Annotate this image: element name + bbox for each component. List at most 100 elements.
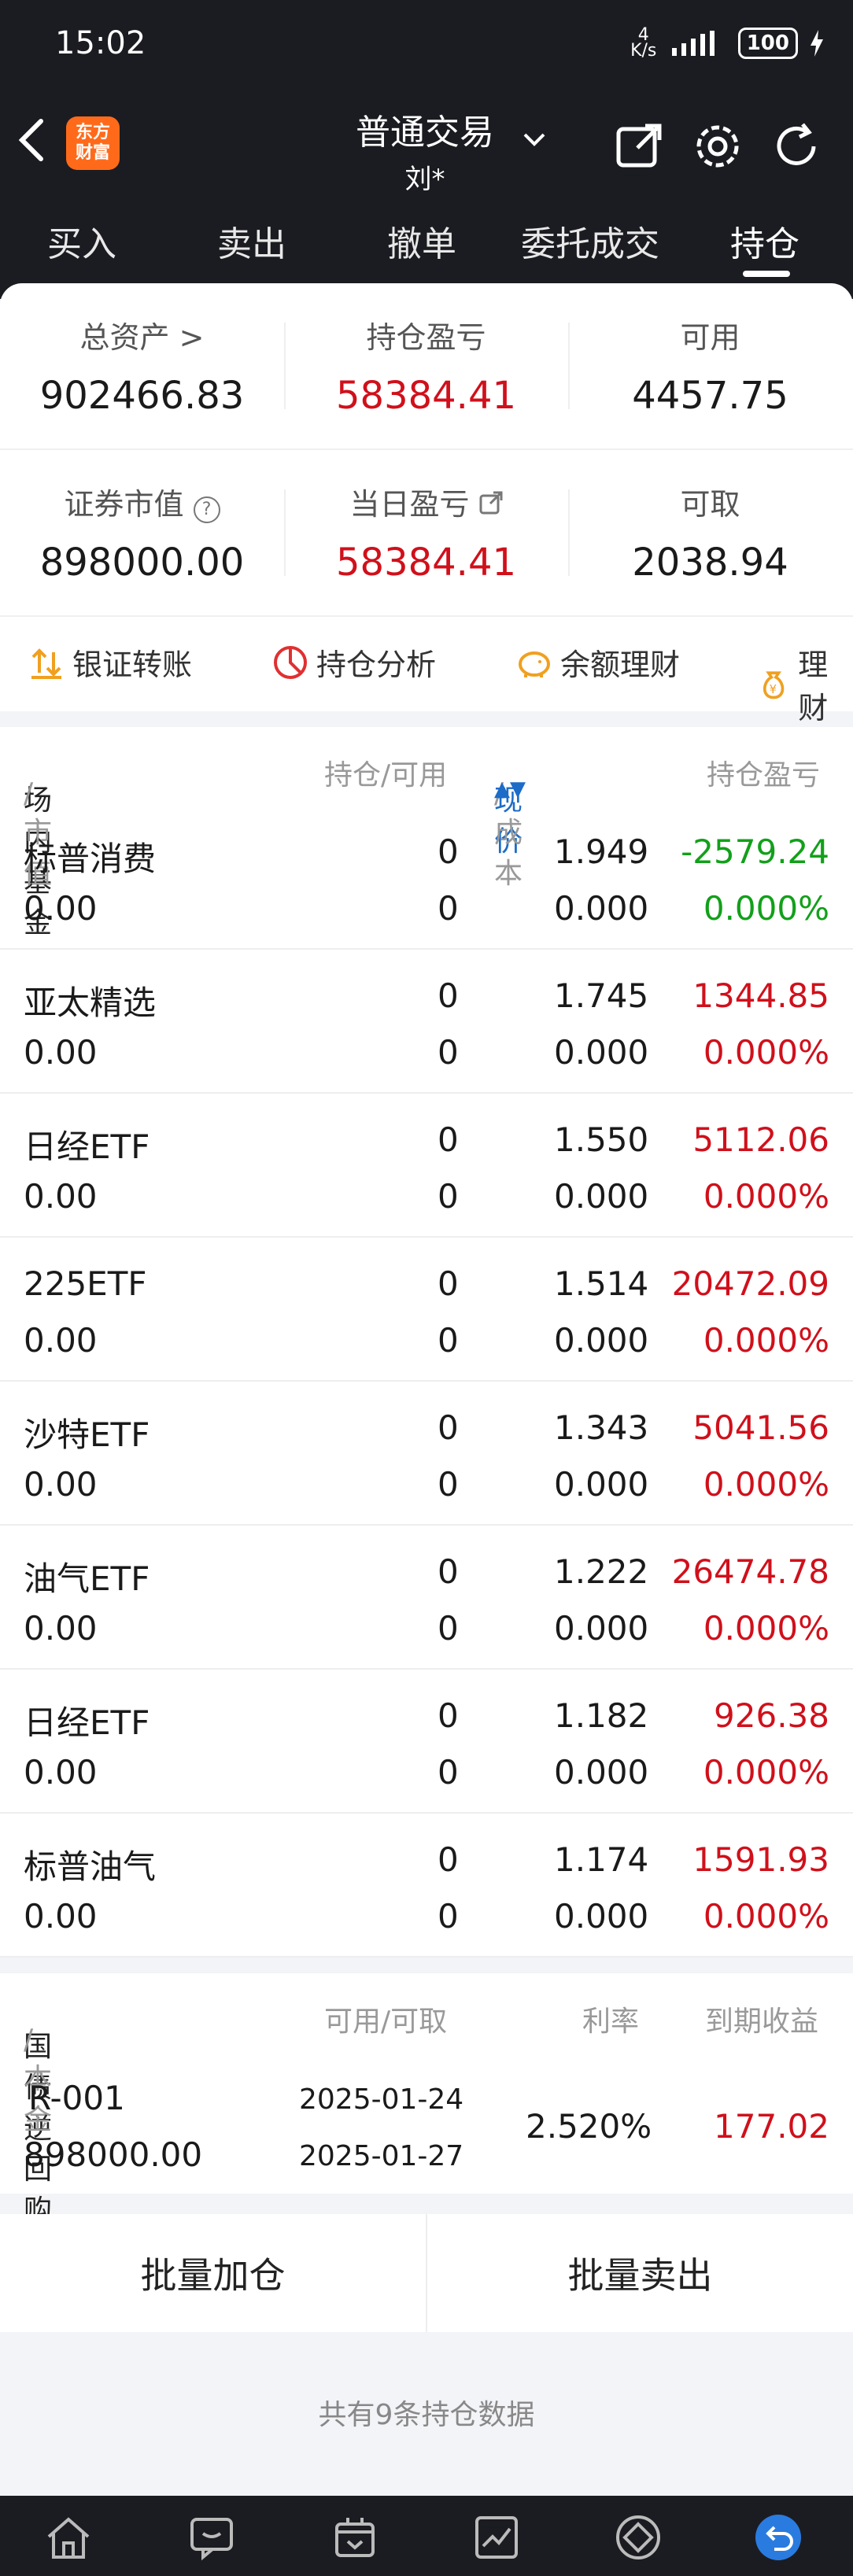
page-title: 普通交易: [356, 113, 494, 153]
table-row[interactable]: 油气ETF 0.00 0 0 1.222 0.000 26474.78 0.000%: [0, 1526, 853, 1670]
finance-button[interactable]: ¥ 理财: [757, 640, 853, 727]
fund-available: 0: [438, 1177, 459, 1216]
fund-holding: 0: [438, 1552, 459, 1591]
fund-name: 油气ETF: [24, 1559, 150, 1598]
total-assets-value: 902466.83: [39, 374, 245, 418]
fund-pnl-pct: 0.000%: [703, 889, 829, 928]
message-icon[interactable]: [187, 2513, 236, 2562]
home-icon[interactable]: [44, 2513, 93, 2562]
status-bar: 15:02 4 K/s 100: [0, 0, 853, 87]
share-icon[interactable]: [614, 121, 664, 172]
fund-pnl-pct: 0.000%: [703, 1465, 829, 1504]
fund-available: 0: [438, 889, 459, 928]
status-time: 15:02: [55, 25, 146, 61]
fund-holding: 0: [438, 1264, 459, 1303]
position-analysis-button[interactable]: 持仓分析: [272, 640, 436, 684]
account-switcher[interactable]: 普通交易 刘*: [346, 104, 504, 196]
fund-market-value: 0.00: [24, 1897, 98, 1936]
fund-price: 1.174: [554, 1840, 649, 1879]
fund-cost: 0.000: [554, 1609, 649, 1648]
table-row[interactable]: 标普油气 0.00 0 0 1.174 0.000 1591.93 0.000%: [0, 1814, 853, 1958]
fund-cost: 0.000: [554, 1465, 649, 1504]
summary-row-2: 证券市值 ? 898000.00 当日盈亏 58384.41 可取 2038.9…: [0, 450, 853, 617]
help-icon[interactable]: ?: [193, 496, 220, 523]
fund-holding: 0: [438, 1120, 459, 1159]
battery-icon: 100: [737, 28, 798, 59]
repo-rate: 2.520%: [526, 2107, 652, 2146]
account-name: 刘*: [404, 164, 445, 195]
fund-name: 标普油气: [24, 1847, 157, 1886]
market-value: 898000.00: [39, 541, 245, 585]
back-button[interactable]: [16, 116, 63, 172]
table-row[interactable]: 日经ETF 0.00 0 0 1.182 0.000 926.38 0.000%: [0, 1670, 853, 1814]
chevron-left-icon: [18, 119, 43, 161]
table-row[interactable]: 标普消费 0.00 0 0 1.949 0.000 -2579.24 0.000%: [0, 806, 853, 950]
fund-available: 0: [438, 1321, 459, 1360]
batch-add-button[interactable]: 批量加仓: [0, 2214, 426, 2332]
table-row[interactable]: 沙特ETF 0.00 0 0 1.343 0.000 5041.56 0.000%: [0, 1382, 853, 1526]
fund-price: 1.182: [554, 1696, 649, 1735]
fund-market-value: 0.00: [24, 1033, 98, 1072]
fund-holding: 0: [438, 1408, 459, 1447]
fund-cost: 0.000: [554, 1033, 649, 1072]
return-icon[interactable]: [754, 2513, 803, 2562]
fund-available: 0: [438, 1465, 459, 1504]
balance-finance-button[interactable]: 余额理财: [516, 640, 680, 684]
fund-available: 0: [438, 1033, 459, 1072]
fund-cost: 0.000: [554, 889, 649, 928]
fund-pnl: 5041.56: [692, 1408, 829, 1447]
tab-sell[interactable]: 卖出: [217, 216, 286, 266]
fund-market-value: 0.00: [24, 1177, 98, 1216]
holdings-count-note: 共有9条持仓数据: [318, 2399, 535, 2431]
fund-pnl-pct: 0.000%: [703, 1033, 829, 1072]
fund-pnl: 5112.06: [692, 1120, 829, 1159]
repo-code: R-001: [28, 2079, 125, 2117]
withdrawable-cell: 可取 2038.94: [568, 450, 852, 615]
fund-holding: 0: [438, 1840, 459, 1879]
bank-transfer-button[interactable]: 银证转账: [28, 640, 192, 684]
fund-pnl: 1591.93: [692, 1840, 829, 1879]
tab-orders[interactable]: 委托成交: [521, 216, 659, 266]
fund-pnl: -2579.24: [681, 832, 829, 871]
repo-row[interactable]: R-001 898000.00 2025-01-24 2025-01-27 2.…: [0, 2052, 853, 2194]
header: 15:02 4 K/s 100 东方 财富 普通交易 刘* 买入 卖出 撤单 委…: [0, 0, 853, 299]
bottom-nav: [0, 2496, 853, 2576]
tab-cancel[interactable]: 撤单: [387, 216, 456, 266]
batch-sell-button[interactable]: 批量卖出: [427, 2214, 853, 2332]
available-value: 4457.75: [632, 374, 788, 418]
trade-icon[interactable]: [330, 2513, 379, 2562]
tab-positions[interactable]: 持仓: [730, 216, 799, 266]
fund-pnl: 20472.09: [671, 1264, 829, 1303]
fund-name: 沙特ETF: [24, 1415, 150, 1454]
table-row[interactable]: 225ETF 0.00 0 0 1.514 0.000 20472.09 0.000%: [0, 1238, 853, 1382]
gear-icon[interactable]: [692, 121, 743, 172]
fund-cost: 0.000: [554, 1321, 649, 1360]
table-row[interactable]: 日经ETF 0.00 0 0 1.550 0.000 5112.06 0.000%: [0, 1094, 853, 1238]
discover-icon[interactable]: [614, 2513, 663, 2562]
withdrawable-value: 2038.94: [632, 541, 788, 585]
refresh-icon[interactable]: [771, 121, 822, 172]
tab-buy[interactable]: 买入: [47, 216, 116, 266]
daily-pnl-cell[interactable]: 当日盈亏 58384.41: [284, 450, 568, 615]
external-link-icon: [479, 491, 503, 515]
fund-name: 日经ETF: [24, 1127, 150, 1166]
table-row[interactable]: 亚太精选 0.00 0 0 1.745 0.000 1344.85 0.000%: [0, 950, 853, 1094]
fund-market-value: 0.00: [24, 1753, 98, 1792]
pnl-value: 58384.41: [335, 374, 517, 418]
holdings-list: 标普消费 0.00 0 0 1.949 0.000 -2579.24 0.000% 亚太精选 0.…: [0, 806, 853, 1958]
total-assets-cell[interactable]: 总资产 > 902466.83: [0, 283, 284, 448]
market-chart-icon[interactable]: [472, 2513, 521, 2562]
summary-row-1: 总资产 > 902466.83 持仓盈亏 58384.41 可用 4457.75: [0, 283, 853, 450]
fund-holding: 0: [438, 976, 459, 1015]
fund-cost: 0.000: [554, 1753, 649, 1792]
fund-name: 225ETF: [24, 1264, 147, 1303]
daily-pnl-value: 58384.41: [335, 541, 517, 585]
svg-text:¥: ¥: [770, 683, 777, 696]
chevron-down-icon[interactable]: [523, 127, 546, 151]
fund-price: 1.550: [554, 1120, 649, 1159]
repo-date-available: 2025-01-24: [299, 2083, 464, 2116]
content-sheet: 总资产 > 902466.83 持仓盈亏 58384.41 可用 4457.75…: [0, 283, 853, 2227]
fund-available: 0: [438, 1753, 459, 1792]
money-bag-icon: ¥: [763, 671, 785, 699]
batch-actions: 批量加仓 批量卖出: [0, 2214, 853, 2332]
